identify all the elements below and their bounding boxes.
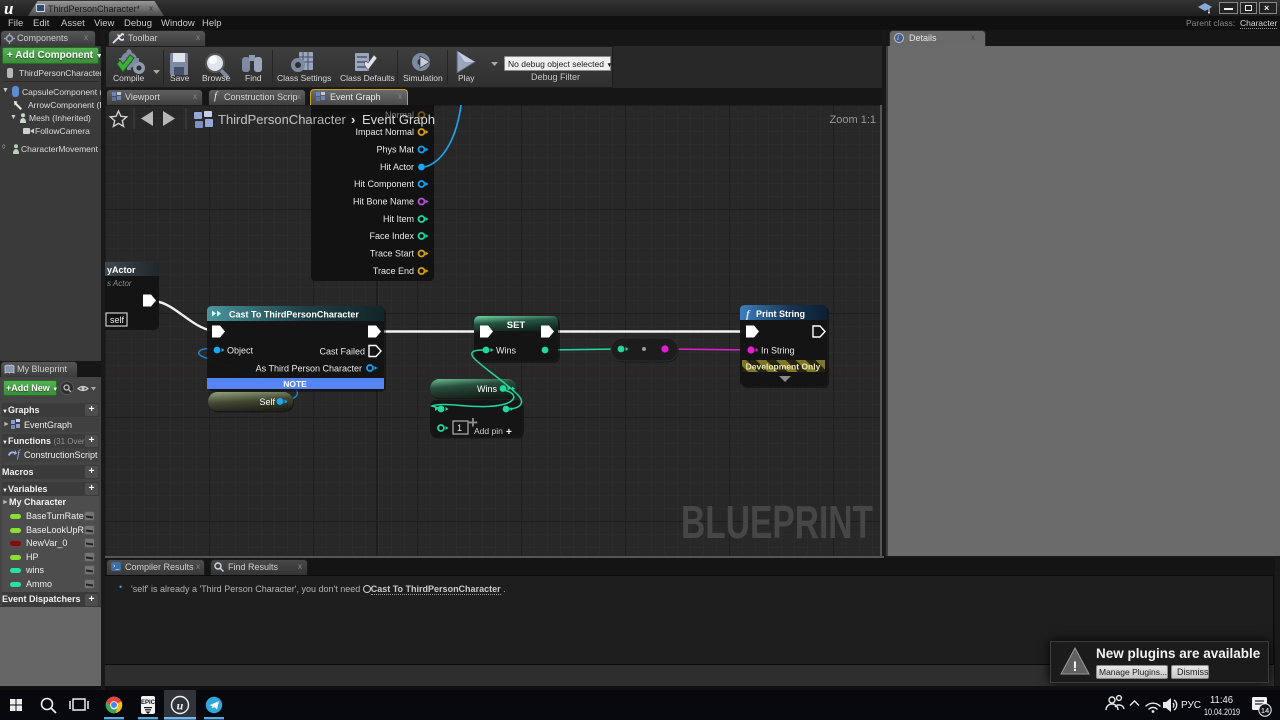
svg-text:In String: In String <box>761 346 795 356</box>
svg-text:s Actor: s Actor <box>107 279 132 288</box>
svg-text:Face Index: Face Index <box>369 231 414 241</box>
svg-text:Wins: Wins <box>496 346 516 356</box>
svg-text:Wins: Wins <box>477 384 497 394</box>
svg-text:Impact Normal: Impact Normal <box>355 127 414 137</box>
svg-text:Trace End: Trace End <box>373 266 414 276</box>
svg-text:self: self <box>110 315 125 325</box>
svg-text:Development Only: Development Only <box>746 362 821 372</box>
svg-text:EPIC: EPIC <box>141 700 156 706</box>
svg-text:11:46: 11:46 <box>1210 695 1233 706</box>
svg-text:Add pin: Add pin <box>474 426 503 436</box>
svg-text:Hit Item: Hit Item <box>383 214 414 224</box>
svg-text:›: › <box>351 112 355 127</box>
svg-text:14: 14 <box>1261 706 1269 715</box>
svg-text:Zoom 1:1: Zoom 1:1 <box>830 114 876 126</box>
svg-text:Phys Mat: Phys Mat <box>376 145 414 155</box>
svg-text:Hit Bone Name: Hit Bone Name <box>353 197 414 207</box>
svg-text:Self: Self <box>259 397 275 407</box>
svg-text:Event Graph: Event Graph <box>362 112 435 127</box>
svg-text:SET: SET <box>507 320 526 331</box>
svg-text:10.04.2019: 10.04.2019 <box>1204 707 1240 718</box>
svg-text:Hit Actor: Hit Actor <box>380 162 414 172</box>
svg-text:Cast Failed: Cast Failed <box>319 347 365 357</box>
svg-text:+: + <box>506 427 512 438</box>
svg-text:Cast To ThirdPersonCharacter: Cast To ThirdPersonCharacter <box>229 310 359 320</box>
svg-text:As Third Person Character: As Third Person Character <box>256 364 362 374</box>
svg-text:BLUEPRINT: BLUEPRINT <box>681 496 873 548</box>
svg-text:Print String: Print String <box>756 309 805 319</box>
svg-text:1: 1 <box>457 423 462 433</box>
svg-text:Object: Object <box>227 346 254 356</box>
svg-text:Hit Component: Hit Component <box>354 179 415 189</box>
svg-text:ThirdPersonCharacter: ThirdPersonCharacter <box>218 112 347 127</box>
svg-text:РУС: РУС <box>1181 700 1201 711</box>
svg-text:NOTE: NOTE <box>283 379 307 389</box>
svg-text:yActor: yActor <box>107 265 136 275</box>
svg-text:u: u <box>177 699 184 713</box>
svg-text:!: ! <box>1073 658 1078 674</box>
svg-text:Trace Start: Trace Start <box>370 249 415 259</box>
